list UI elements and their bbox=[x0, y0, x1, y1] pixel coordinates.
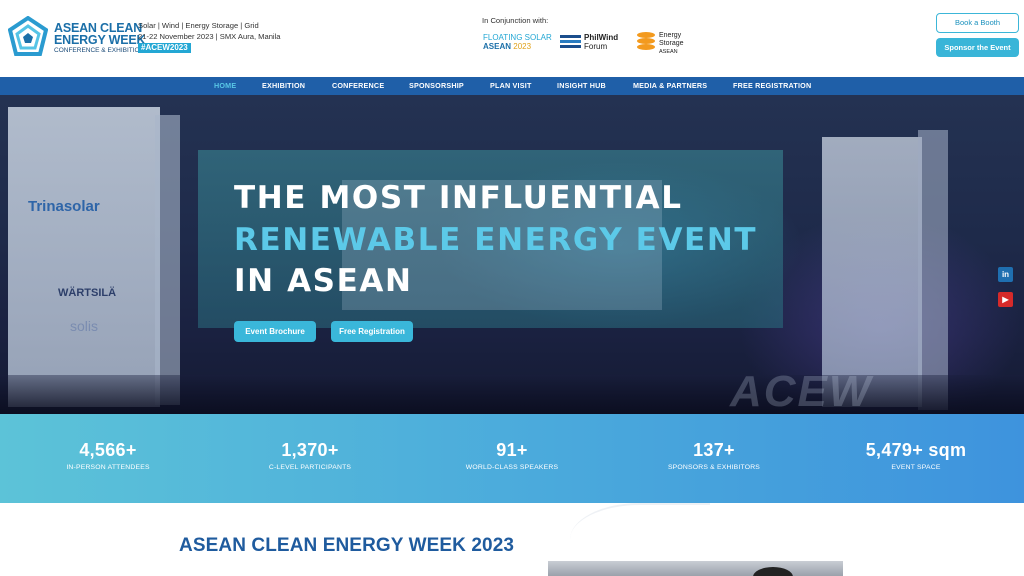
backdrop-acew-sign: ACEW bbox=[730, 367, 873, 414]
nav-sponsorship[interactable]: SPONSORSHIP bbox=[409, 77, 464, 95]
philwind-icon bbox=[560, 35, 581, 48]
stat-label: C-LEVEL PARTICIPANTS bbox=[268, 464, 352, 471]
free-registration-button[interactable]: Free Registration bbox=[331, 321, 413, 342]
stat-value: 91+ bbox=[496, 440, 528, 460]
stat-label: IN-PERSON ATTENDEES bbox=[66, 464, 150, 471]
stat-attendees: 4,566+ IN-PERSON ATTENDEES bbox=[8, 440, 208, 471]
philwind-line1: PhilWind bbox=[584, 33, 619, 42]
about-photo-figure bbox=[753, 567, 793, 576]
stat-value: 137+ bbox=[693, 440, 735, 460]
brand-line2: ENERGY WEEK bbox=[54, 33, 146, 47]
main-nav: HOME EXHIBITION CONFERENCE SPONSORSHIP P… bbox=[0, 77, 1024, 95]
nav-insight-hub[interactable]: INSIGHT HUB bbox=[557, 77, 606, 95]
energy-storage-icon bbox=[637, 32, 655, 50]
energy-storage-line1: Energy bbox=[659, 32, 682, 39]
hero-backdrop-right-edge bbox=[918, 130, 948, 410]
stat-label: SPONSORS & EXHIBITORS bbox=[667, 464, 761, 471]
hero-headline-line2: RENEWABLE ENERGY EVENT bbox=[234, 222, 758, 258]
sponsor-event-button[interactable]: Sponsor the Event bbox=[936, 38, 1019, 57]
nav-media-partners[interactable]: MEDIA & PARTNERS bbox=[633, 77, 707, 95]
hero-backdrop-left bbox=[8, 107, 160, 407]
conjunction-label: In Conjunction with: bbox=[482, 16, 549, 25]
stat-value: 5,479+ sqm bbox=[865, 440, 967, 460]
stat-event-space: 5,479+ sqm EVENT SPACE bbox=[816, 440, 1016, 471]
energy-storage-line2: Storage bbox=[659, 40, 684, 47]
brand-name[interactable]: ASEAN CLEAN ENERGY WEEK bbox=[54, 22, 146, 47]
floating-solar-logo[interactable]: FLOATING SOLAR ASEAN 2023 bbox=[483, 33, 552, 51]
stat-c-level: 1,370+ C-LEVEL PARTICIPANTS bbox=[210, 440, 410, 471]
youtube-icon[interactable]: ▶ bbox=[998, 292, 1013, 307]
event-date-venue: 21-22 November 2023 | SMX Aura, Manila bbox=[138, 32, 281, 41]
nav-home[interactable]: HOME bbox=[214, 77, 236, 95]
nav-conference[interactable]: CONFERENCE bbox=[332, 77, 384, 95]
stat-label: WORLD-CLASS SPEAKERS bbox=[465, 464, 559, 471]
about-photo bbox=[548, 561, 843, 576]
floating-solar-year: 2023 bbox=[513, 42, 532, 51]
stat-speakers: 91+ WORLD-CLASS SPEAKERS bbox=[412, 440, 612, 471]
stat-value: 1,370+ bbox=[281, 440, 339, 460]
stat-sponsors: 137+ SPONSORS & EXHIBITORS bbox=[614, 440, 814, 471]
stats-bar: 4,566+ IN-PERSON ATTENDEES 1,370+ C-LEVE… bbox=[0, 414, 1024, 503]
event-hashtag: #ACEW2023 bbox=[138, 43, 191, 53]
backdrop-wartsila-logo: WÄRTSILÄ bbox=[58, 287, 117, 299]
floating-solar-line2: ASEAN bbox=[483, 42, 512, 51]
site-header: ASEAN CLEAN ENERGY WEEK CONFERENCE & EXH… bbox=[0, 0, 1024, 77]
brand-subtitle: CONFERENCE & EXHIBITION bbox=[54, 47, 145, 54]
backdrop-solis-logo: solis bbox=[70, 318, 99, 334]
linkedin-icon[interactable]: in bbox=[998, 267, 1013, 282]
nav-exhibition[interactable]: EXHIBITION bbox=[262, 77, 305, 95]
hero-headline-line3: IN ASEAN bbox=[234, 263, 413, 299]
floating-solar-line1: FLOATING SOLAR bbox=[483, 33, 552, 42]
backdrop-trina-logo: Trinasolar bbox=[28, 198, 100, 215]
book-booth-button[interactable]: Book a Booth bbox=[936, 13, 1019, 33]
acew-logo-icon[interactable] bbox=[8, 16, 48, 58]
hero-banner: Trinasolar WÄRTSILÄ solis ACEW THE MOST … bbox=[0, 95, 1024, 414]
event-info: Solar | Wind | Energy Storage | Grid 21-… bbox=[138, 20, 281, 53]
stat-value: 4,566+ bbox=[79, 440, 137, 460]
about-section-title: ASEAN CLEAN ENERGY WEEK 2023 bbox=[179, 535, 515, 556]
hero-backdrop-left-edge bbox=[155, 115, 180, 405]
stat-label: EVENT SPACE bbox=[891, 464, 941, 471]
nav-free-registration[interactable]: FREE REGISTRATION bbox=[733, 77, 811, 95]
nav-plan-visit[interactable]: PLAN VISIT bbox=[490, 77, 532, 95]
philwind-line2: Forum bbox=[584, 42, 608, 51]
hero-headline-line1: THE MOST INFLUENTIAL bbox=[234, 180, 683, 216]
event-tagline: Solar | Wind | Energy Storage | Grid bbox=[138, 21, 259, 30]
event-brochure-button[interactable]: Event Brochure bbox=[234, 321, 316, 342]
energy-storage-line3: ASEAN bbox=[659, 49, 678, 55]
